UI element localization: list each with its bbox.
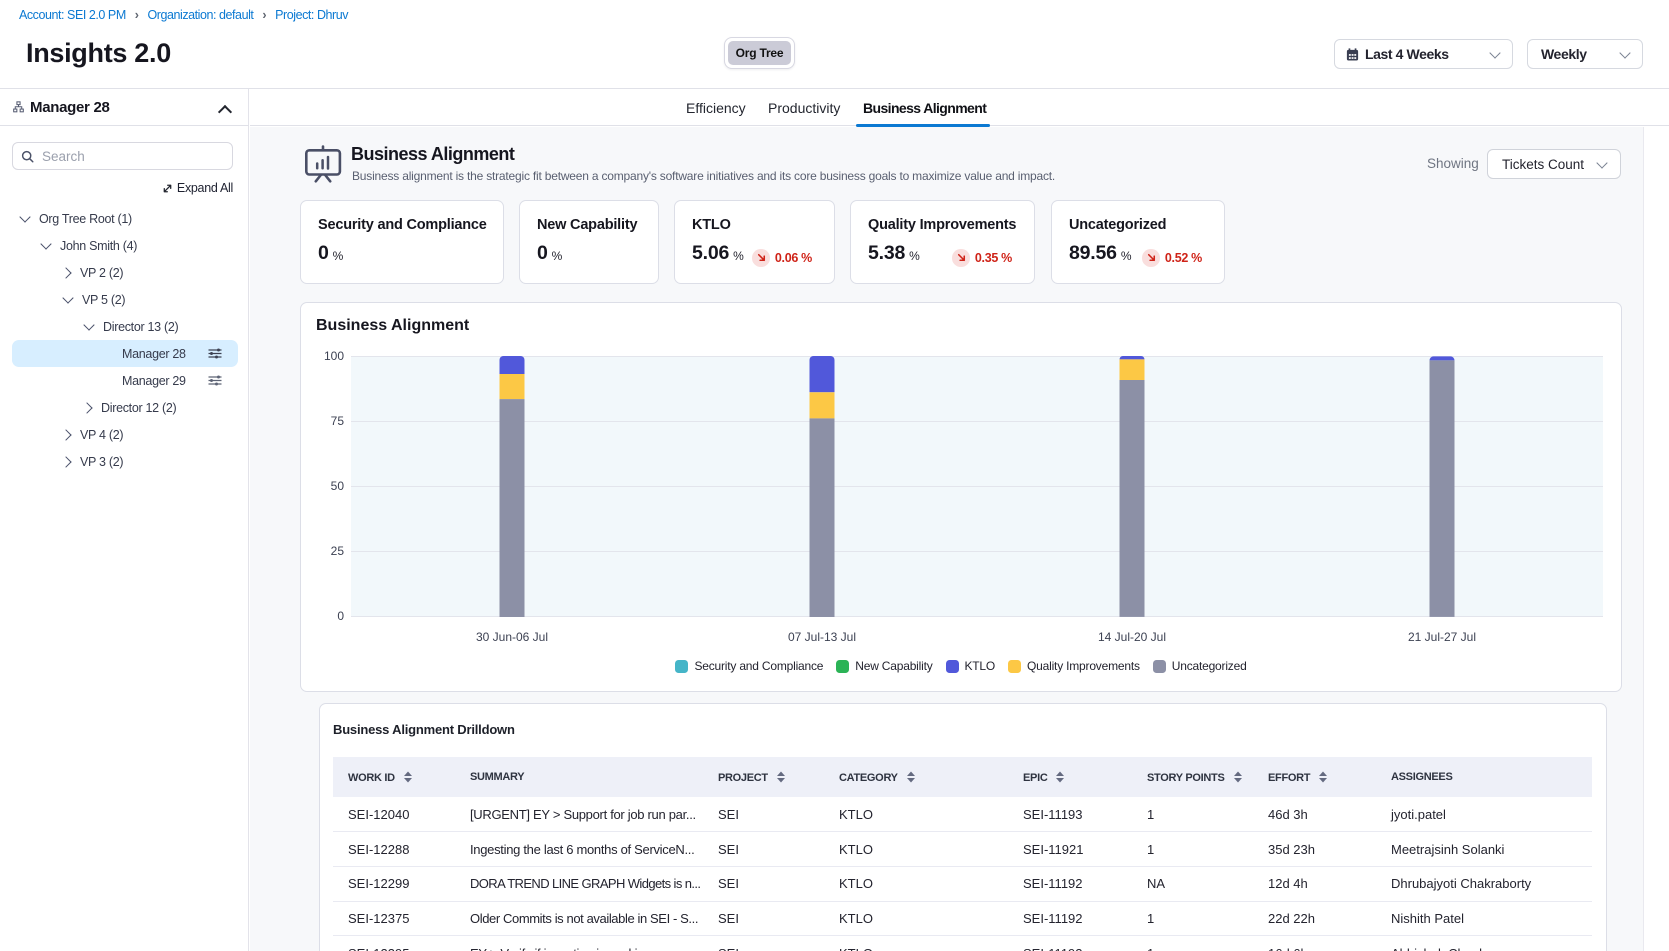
svg-text:07 Jul-13 Jul: 07 Jul-13 Jul — [788, 630, 856, 644]
svg-text:0: 0 — [337, 609, 344, 623]
svg-text:14 Jul-20 Jul: 14 Jul-20 Jul — [1098, 630, 1166, 644]
svg-text:100: 100 — [324, 349, 344, 363]
svg-text:30 Jun-06 Jul: 30 Jun-06 Jul — [476, 630, 548, 644]
svg-text:75: 75 — [331, 414, 345, 428]
svg-text:50: 50 — [331, 479, 345, 493]
svg-text:21 Jul-27 Jul: 21 Jul-27 Jul — [1408, 630, 1476, 644]
svg-text:25: 25 — [331, 544, 345, 558]
